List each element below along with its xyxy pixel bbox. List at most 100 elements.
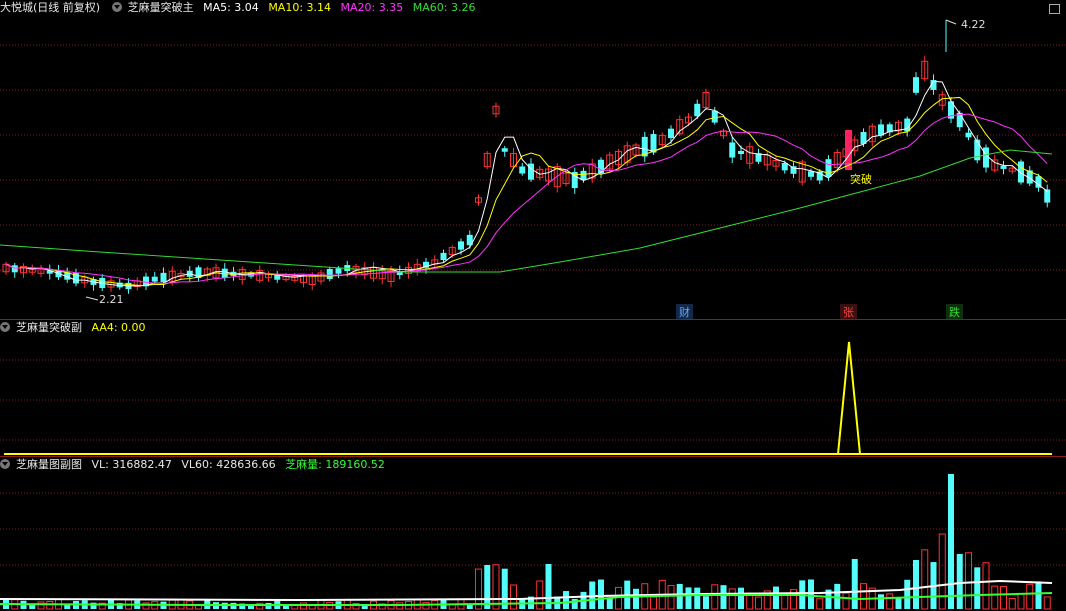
candle-down [335,268,342,274]
vl60-value: VL60: 428636.66 [181,458,276,471]
sub1-indicator-name[interactable]: 芝麻量突破副 [16,321,82,334]
volume-bar-up [816,598,824,610]
volume-bar-up [711,584,719,610]
sub1-header: 芝麻量突破副 AA4: 0.00 [0,320,152,336]
marker-zhang[interactable]: 张 [840,304,857,320]
volume-bar-down [878,594,884,609]
volume-bar-down [974,567,981,609]
candle-down [151,276,158,282]
ma60-label: MA60: 3.26 [412,1,476,14]
volume-bar-up [37,601,45,610]
indicator-menu-icon[interactable] [111,2,122,12]
candle-down [501,148,508,152]
volume-bar-down [904,579,911,609]
sub-chart-1[interactable]: 芝麻量突破副 AA4: 0.00 [0,320,1066,456]
sub2-menu-icon[interactable] [0,459,10,469]
volume-bar-up [982,562,990,610]
volume-bar-up [422,602,430,610]
volume-bar-up [300,602,307,610]
candle-down [694,103,701,117]
candle-down [668,128,674,138]
vl-value: VL: 316882.47 [91,458,172,471]
candle-down [160,272,167,282]
volume-bar-up [1026,583,1034,610]
volume-bar-up [842,592,850,610]
volume-bar-down [913,559,919,609]
volume-bar-up [650,596,657,610]
volume-bar-down [484,565,491,609]
breakout-signal-label: 突破 [850,173,872,186]
sub2-indicator-name[interactable]: 芝麻量图副图 [16,458,82,471]
volume-bar-down [563,591,569,609]
volume-bar-up [755,596,762,610]
candle-down [729,142,736,158]
sub1-menu-icon[interactable] [0,322,10,332]
candle-down [580,170,587,181]
volume-bar-up [536,580,544,610]
ma10-label: MA10: 3.14 [268,1,332,14]
volume-bar-down [948,474,954,609]
volume-bar-up [860,583,867,610]
volume-bar-down [720,585,727,609]
volume-bar-up [1008,597,1016,610]
high-pointer [945,19,957,25]
candle-down [598,159,604,174]
sub2-header: 芝麻量图副图 VL: 316882.47 VL60: 428636.66 芝麻量… [0,457,391,473]
ma5-label: MA5: 3.04 [203,1,259,14]
volume-bar-up [938,533,946,610]
aa4-spike [837,341,861,455]
volume-bar-up [921,549,929,610]
volume-bar-down [703,596,709,609]
volume-bar-up [1043,596,1051,610]
volume-bar-down [598,579,604,609]
volume-bar-down [1035,581,1042,609]
candle-down [519,166,526,174]
volume-bar-down [808,579,814,609]
high-price-label: 4.22 [961,18,986,31]
main-header: 大悦城(日线 前复权) 芝麻量突破主 MA5: 3.04 MA10: 3.14 … [0,0,481,16]
candle-down [913,77,919,93]
main-chart-panel[interactable]: 大悦城(日线 前复权) 芝麻量突破主 MA5: 3.04 MA10: 3.14 … [0,0,1066,320]
volume-bar-down [895,598,902,609]
maximize-icon[interactable] [1049,4,1060,14]
sub-chart-2[interactable]: 芝麻量图副图 VL: 316882.47 VL60: 428636.66 芝麻量… [0,457,1066,611]
candle-down [1044,189,1051,203]
volume-bar-up [781,595,789,610]
candle-down [440,252,447,261]
marker-die[interactable]: 跌 [946,304,963,320]
main-indicator-name[interactable]: 芝麻量突破主 [128,1,194,14]
aa4-value: AA4: 0.00 [91,321,146,334]
ma60-line [0,149,1053,273]
low-price-label: 2.21 [99,293,124,306]
candle-down [825,159,832,177]
volume-bar-down [956,554,963,609]
volume-bar-down [685,587,692,609]
aa4-chart[interactable] [0,320,1066,456]
candle-down [1000,165,1007,169]
marker-cai[interactable]: 财 [676,304,693,320]
volume-bar-up [965,552,972,610]
candle-down [711,110,718,123]
volume-bar-down [633,588,639,609]
volume-bar-up [1017,593,1025,610]
candle-down [738,150,744,155]
zml-value: 芝麻量: 189160.52 [285,458,385,471]
volume-bar-up [991,585,999,610]
candle-down [11,265,18,273]
volume-bar-down [738,587,744,609]
candlestick-chart[interactable] [0,0,1066,319]
volume-bar-up [1000,585,1007,610]
volume-bar-up [728,588,736,610]
volume-bar-up [492,564,500,610]
volume-bar-down [851,559,858,609]
volume-bar-up [886,593,894,610]
volume-chart[interactable] [0,457,1066,611]
volume-bar-up [667,584,675,610]
candle-down [458,241,464,250]
volume-bar-down [606,597,613,609]
candle-down [808,171,814,177]
candle-down [965,132,972,138]
volume-bar-up [510,584,517,610]
volume-bar-down [694,587,701,609]
candle-down [326,268,333,280]
